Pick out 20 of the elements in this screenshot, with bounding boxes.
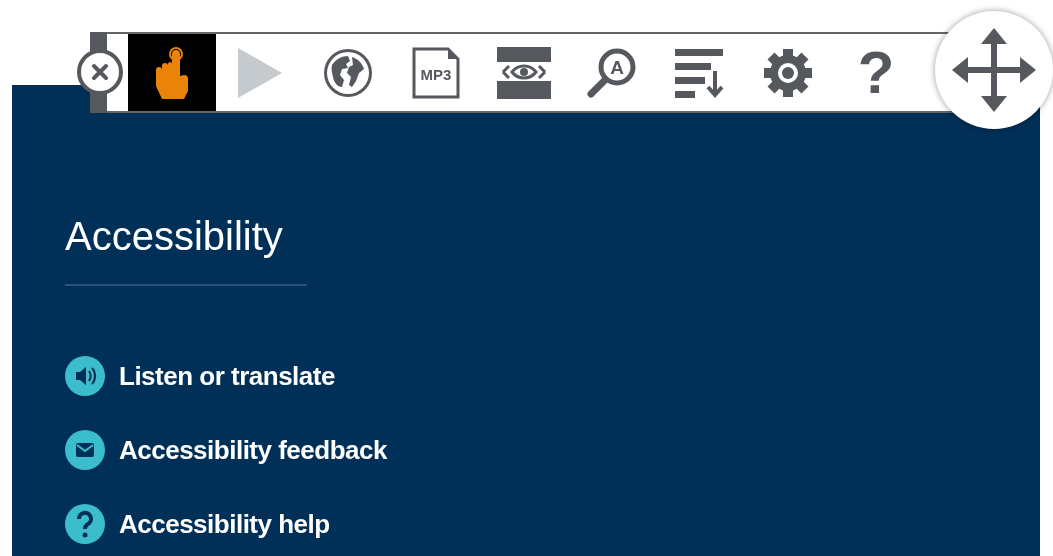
globe-icon — [322, 46, 374, 99]
toolbar-button[interactable]: MP3 — [392, 34, 480, 111]
toolbar-button[interactable]: ? — [832, 34, 920, 111]
play-icon — [238, 47, 282, 98]
move-icon — [952, 28, 1036, 112]
panel-link[interactable]: Listen or translate — [65, 356, 387, 396]
settings-icon — [762, 46, 814, 99]
mp3-file-icon: MP3 — [412, 46, 460, 99]
toolbar-button[interactable]: A — [568, 34, 656, 111]
eye-mask-icon — [497, 46, 551, 99]
toolbar-button[interactable] — [128, 34, 216, 111]
help-icon — [65, 504, 105, 544]
sort-list-icon — [675, 46, 725, 99]
panel-heading: Accessibility — [65, 210, 307, 286]
speaker-icon — [65, 356, 105, 396]
envelope-icon — [65, 430, 105, 470]
panel-link[interactable]: Accessibility feedback — [65, 430, 387, 470]
panel-link[interactable]: Accessibility help — [65, 504, 387, 544]
close-icon — [90, 62, 110, 82]
move-button[interactable] — [935, 11, 1053, 129]
